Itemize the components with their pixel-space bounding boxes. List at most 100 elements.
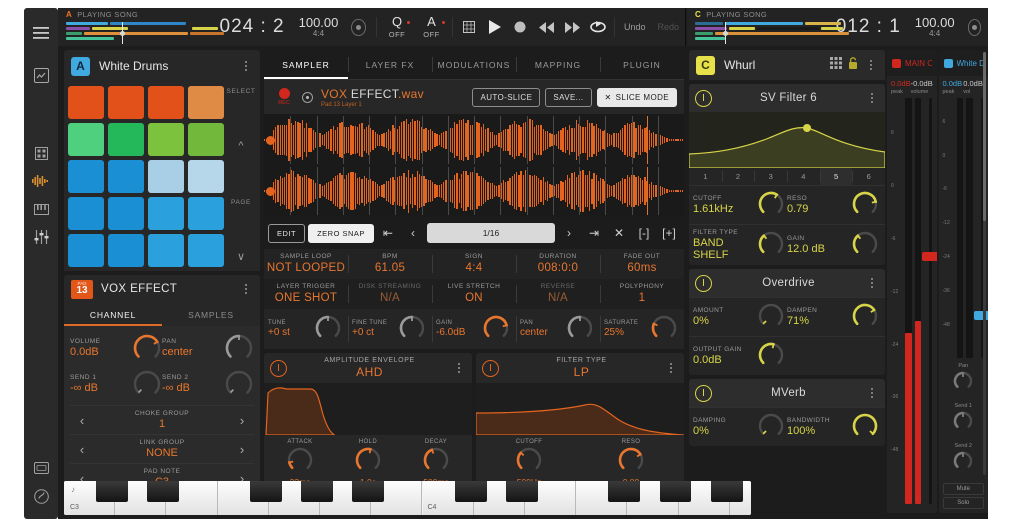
skip-end-icon[interactable]: ⇥ — [583, 226, 605, 240]
vertical-scrollbar[interactable] — [983, 52, 986, 475]
knob-dampen[interactable]: DAMPEN 71% — [787, 302, 881, 332]
delete-slice-icon[interactable]: ✕ — [608, 226, 630, 240]
knob-bandwidth[interactable]: BANDWIDTH 100% — [787, 412, 881, 442]
waveform-channel-left[interactable] — [264, 116, 684, 164]
pad-3[interactable] — [148, 86, 184, 119]
filter-power-icon[interactable] — [482, 359, 499, 377]
slice-marker[interactable] — [316, 167, 318, 215]
knob-decay[interactable]: DECAY500ms — [410, 439, 462, 487]
knob-send-2[interactable]: Send 2 — [943, 443, 985, 480]
zoom-out-button[interactable]: [-] — [633, 226, 655, 240]
knob-dial[interactable] — [285, 446, 315, 476]
knob-dial[interactable] — [948, 370, 978, 400]
play-button[interactable] — [482, 13, 508, 41]
knob-pan[interactable]: PAN center — [516, 312, 600, 346]
record-sample-button[interactable]: REC — [271, 88, 297, 106]
pad-12[interactable] — [188, 160, 224, 193]
amp-envelope-value[interactable]: AHD — [287, 365, 452, 379]
tempo-display-left[interactable]: 100.00 4:4 — [293, 16, 345, 39]
pad-10[interactable] — [108, 160, 144, 193]
slice-marker[interactable] — [290, 116, 292, 164]
menu-icon[interactable] — [28, 20, 54, 46]
edit-button[interactable]: EDIT — [268, 223, 306, 243]
pad-6[interactable] — [108, 123, 144, 156]
knob-pan[interactable]: PAN center — [162, 333, 254, 369]
undo-button[interactable]: Undo — [618, 22, 652, 32]
slice-marker[interactable] — [579, 167, 580, 215]
fx-band-selector[interactable]: 123456 — [689, 168, 885, 185]
pad-menu-icon[interactable] — [239, 284, 253, 294]
song-track-overview-right[interactable] — [695, 22, 849, 44]
slice-marker[interactable] — [657, 167, 659, 215]
black-key[interactable] — [147, 481, 180, 502]
stepper-next-icon[interactable]: › — [232, 442, 252, 457]
knob-cutoff[interactable]: CUTOFF 1.61kHz — [693, 190, 787, 220]
fx-panel-menu-icon[interactable] — [865, 388, 879, 398]
mixer-meter-area[interactable]: 6 0 -6 -12 -24 -36 -48 — [887, 96, 937, 506]
redo-button[interactable]: Redo — [652, 22, 686, 32]
fx-lock-icon[interactable] — [848, 56, 864, 74]
sample-name-block[interactable]: VOX EFFECT.wav Pad 13 Layer 1 — [321, 87, 467, 108]
pad-15[interactable] — [148, 197, 184, 230]
song-track-overview[interactable] — [66, 22, 224, 44]
track-header[interactable]: A White Drums — [64, 50, 260, 82]
pad-11[interactable] — [148, 160, 184, 193]
stepper-choke-group[interactable]: ‹ CHOKE GROUP 1 › — [70, 405, 254, 434]
knob-send-1[interactable]: Send 1 — [943, 403, 985, 440]
save-button[interactable]: SAVE... — [545, 87, 592, 107]
param-bpm[interactable]: BPM 61.05 — [348, 249, 432, 279]
slice-marker[interactable] — [474, 167, 475, 215]
knob-dial[interactable] — [851, 302, 881, 332]
slice-marker[interactable] — [500, 167, 502, 215]
fx-band-4[interactable]: 4 — [787, 168, 820, 185]
tab-layer-fx[interactable]: LAYER FX — [348, 50, 432, 79]
param-reverse[interactable]: REVERSE N/A — [516, 279, 600, 309]
pad-detail-header[interactable]: PAD 13 VOX EFFECT — [64, 275, 260, 303]
tempo-display-right[interactable]: 100.00 4:4 — [909, 16, 961, 39]
knob-dial[interactable] — [421, 446, 451, 476]
slice-marker[interactable] — [447, 167, 449, 215]
stepper-prev-icon[interactable]: ‹ — [72, 442, 92, 457]
song-overview-right[interactable]: C PLAYING SONG — [687, 10, 849, 44]
fx-track-header[interactable]: C Whurl — [689, 50, 885, 80]
param-disk-streaming[interactable]: DISK STREAMING N/A — [348, 279, 432, 309]
filter-value[interactable]: LP — [499, 365, 664, 379]
fx-band-6[interactable]: 6 — [852, 168, 885, 185]
pad-2[interactable] — [108, 86, 144, 119]
amp-envelope-power-icon[interactable] — [270, 359, 287, 377]
param-sign[interactable]: SIGN 4:4 — [432, 249, 516, 279]
knob-dial[interactable] — [851, 190, 881, 220]
grid-button[interactable] — [456, 13, 482, 41]
pad-19[interactable] — [148, 234, 184, 267]
fx-menu-icon[interactable] — [864, 60, 878, 70]
filter-menu-icon[interactable] — [664, 363, 678, 373]
slice-marker[interactable] — [631, 116, 633, 164]
pad-7[interactable] — [148, 123, 184, 156]
fx-panel-menu-icon[interactable] — [865, 278, 879, 288]
waveform-channel-right[interactable] — [264, 167, 684, 215]
slice-marker[interactable] — [526, 116, 528, 164]
slice-marker[interactable] — [552, 116, 554, 164]
grid-value-display[interactable]: 1/16 — [426, 223, 555, 243]
zoom-in-button[interactable]: [+] — [658, 226, 680, 240]
black-key[interactable] — [352, 481, 385, 502]
black-key[interactable] — [249, 481, 282, 502]
slice-marker[interactable] — [316, 116, 318, 164]
quantize-auto-button[interactable]: A OFF — [414, 15, 449, 39]
song-overview-left[interactable]: A PLAYING SONG — [58, 10, 224, 44]
knob-dial[interactable] — [757, 412, 787, 442]
mute-button[interactable]: Mute — [942, 483, 984, 495]
knob-reso[interactable]: RESO 0.79 — [787, 190, 881, 220]
loop-button[interactable] — [585, 13, 611, 41]
knob-dial[interactable] — [398, 314, 428, 344]
forward-button[interactable] — [559, 13, 585, 41]
knob-dial[interactable] — [851, 230, 881, 260]
tab-plugin[interactable]: PLUGIN — [600, 50, 684, 79]
pad-grid[interactable] — [68, 86, 224, 267]
slice-marker[interactable] — [395, 167, 397, 215]
knob-dial[interactable] — [757, 341, 787, 371]
amp-envelope-menu-icon[interactable] — [452, 363, 466, 373]
stepper-next-icon[interactable]: › — [232, 413, 252, 428]
stepper-prev-icon[interactable]: ‹ — [72, 413, 92, 428]
pad-1[interactable] — [68, 86, 104, 119]
